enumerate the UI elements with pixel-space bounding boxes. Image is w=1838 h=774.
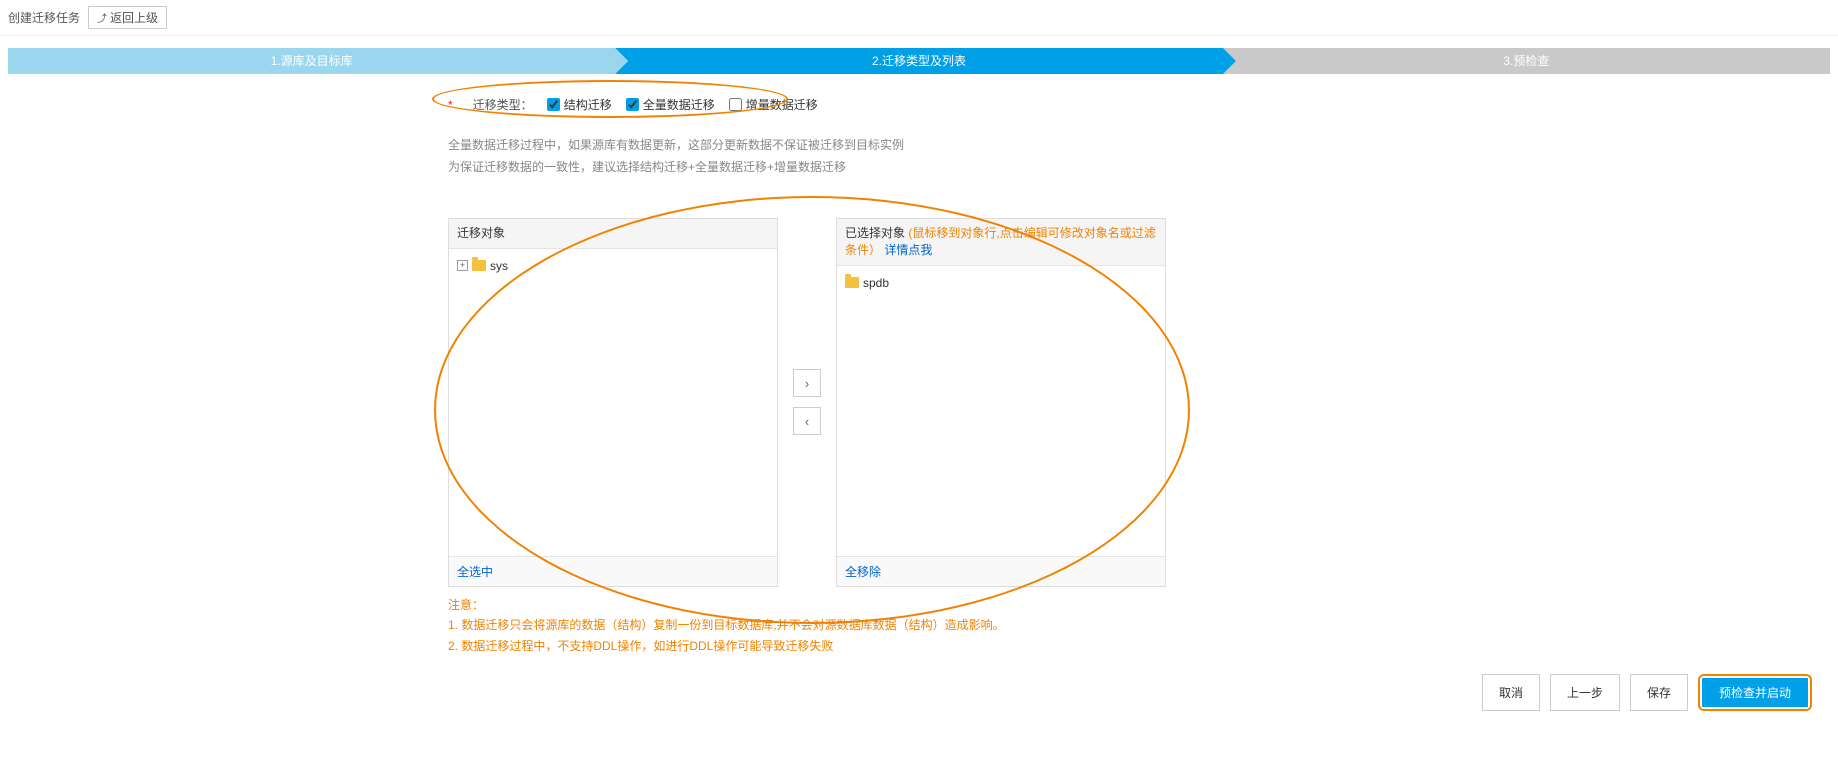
select-all-link[interactable]: 全选中	[457, 565, 493, 579]
notice-line-1: 1. 数据迁移只会将源库的数据（结构）复制一份到目标数据库,并不会对源数据库数据…	[448, 615, 1168, 635]
prev-button[interactable]: 上一步	[1550, 674, 1620, 711]
source-panel-foot: 全选中	[449, 556, 777, 586]
footer-actions: 取消 上一步 保存 预检查并启动	[0, 656, 1838, 729]
page-title: 创建迁移任务	[8, 9, 80, 26]
remove-all-link[interactable]: 全移除	[845, 565, 881, 579]
cancel-button[interactable]: 取消	[1482, 674, 1540, 711]
target-panel-head: 已选择对象 (鼠标移到对象行,点击编辑可修改对象名或过滤条件） 详情点我	[837, 219, 1165, 266]
transfer-controls: › ‹	[778, 218, 836, 587]
folder-icon	[472, 260, 486, 271]
tree-item-label: spdb	[863, 276, 889, 290]
save-button[interactable]: 保存	[1630, 674, 1688, 711]
dual-list: 迁移对象 + sys 全选中 ›	[448, 218, 1168, 587]
step-3: 3.预检查	[1223, 48, 1830, 74]
tree-item-label: sys	[490, 259, 508, 273]
required-mark: *	[448, 98, 453, 112]
chevron-left-icon: ‹	[805, 414, 809, 429]
target-panel: 已选择对象 (鼠标移到对象行,点击编辑可修改对象名或过滤条件） 详情点我 spd…	[836, 218, 1166, 587]
precheck-start-button[interactable]: 预检查并启动	[1702, 678, 1808, 707]
chevron-right-icon: ›	[805, 376, 809, 391]
folder-icon	[845, 277, 859, 288]
checkbox-full[interactable]: 全量数据迁移	[626, 96, 715, 113]
checkbox-full-label: 全量数据迁移	[643, 96, 715, 113]
target-panel-body[interactable]: spdb	[837, 266, 1165, 556]
target-panel-foot: 全移除	[837, 556, 1165, 586]
move-right-button[interactable]: ›	[793, 369, 821, 397]
checkbox-incremental-input[interactable]	[729, 98, 742, 111]
checkbox-incremental-label: 增量数据迁移	[746, 96, 818, 113]
tree-item[interactable]: spdb	[845, 274, 1157, 292]
back-button[interactable]: 返回上级	[88, 6, 167, 29]
notice-block: 注意： 1. 数据迁移只会将源库的数据（结构）复制一份到目标数据库,并不会对源数…	[448, 595, 1168, 656]
top-bar: 创建迁移任务 返回上级	[0, 0, 1838, 36]
notice-title: 注意：	[448, 595, 1168, 615]
source-panel-body[interactable]: + sys	[449, 249, 777, 556]
checkbox-structure-label: 结构迁移	[564, 96, 612, 113]
migration-type-label: 迁移类型：	[473, 96, 533, 113]
step-2[interactable]: 2.迁移类型及列表	[615, 48, 1222, 74]
source-panel: 迁移对象 + sys 全选中	[448, 218, 778, 587]
target-panel-title: 已选择对象	[845, 226, 905, 240]
notice-line-2: 2. 数据迁移过程中，不支持DDL操作，如进行DDL操作可能导致迁移失败	[448, 636, 1168, 656]
checkbox-structure[interactable]: 结构迁移	[547, 96, 612, 113]
source-panel-title: 迁移对象	[449, 219, 777, 249]
checkbox-incremental[interactable]: 增量数据迁移	[729, 96, 818, 113]
wizard-steps: 1.源库及目标库 2.迁移类型及列表 3.预检查	[8, 48, 1830, 74]
move-left-button[interactable]: ‹	[793, 407, 821, 435]
checkbox-full-input[interactable]	[626, 98, 639, 111]
type-hint-l1: 全量数据迁移过程中，如果源库有数据更新，这部分更新数据不保证被迁移到目标实例	[448, 135, 1168, 157]
annotation-box-precheck: 预检查并启动	[1698, 674, 1812, 711]
type-hint: 全量数据迁移过程中，如果源库有数据更新，这部分更新数据不保证被迁移到目标实例 为…	[448, 135, 1168, 178]
step-1[interactable]: 1.源库及目标库	[8, 48, 615, 74]
detail-link[interactable]: 详情点我	[884, 243, 932, 257]
tree-item[interactable]: + sys	[457, 257, 769, 275]
type-hint-l2: 为保证迁移数据的一致性，建议选择结构迁移+全量数据迁移+增量数据迁移	[448, 157, 1168, 179]
expand-icon[interactable]: +	[457, 260, 468, 271]
checkbox-structure-input[interactable]	[547, 98, 560, 111]
migration-type-row: * 迁移类型： 结构迁移 全量数据迁移 增量数据迁移	[448, 92, 1168, 117]
